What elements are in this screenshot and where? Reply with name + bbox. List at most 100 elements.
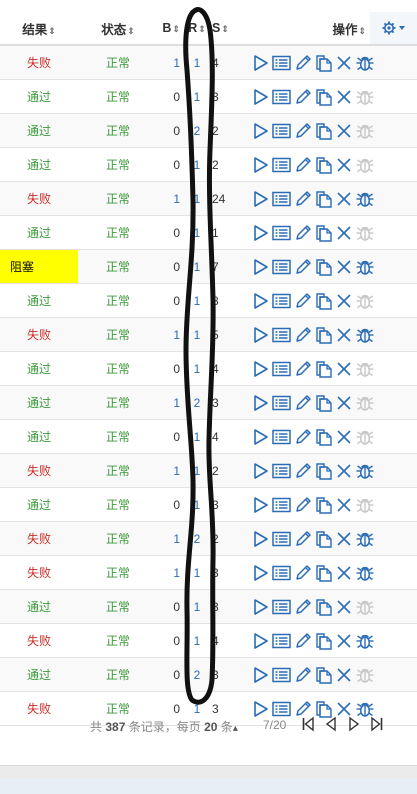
list-icon[interactable] xyxy=(272,463,291,479)
b-count[interactable]: 1 xyxy=(173,532,180,546)
list-icon[interactable] xyxy=(272,599,291,615)
r-count-link[interactable]: 1 xyxy=(194,328,201,342)
copy-icon[interactable] xyxy=(315,700,333,718)
play-icon[interactable] xyxy=(253,598,269,616)
b-count[interactable]: 1 xyxy=(173,464,180,478)
close-icon[interactable] xyxy=(336,259,352,275)
r-count-cell[interactable]: 1 xyxy=(184,453,210,488)
column-header-ops[interactable]: 操作⇕ xyxy=(253,12,370,46)
r-count-link[interactable]: 1 xyxy=(194,600,201,614)
list-icon[interactable] xyxy=(272,531,291,547)
b-count[interactable]: 1 xyxy=(173,56,180,70)
r-count-cell[interactable]: 1 xyxy=(184,419,210,454)
copy-icon[interactable] xyxy=(315,88,333,106)
close-icon[interactable] xyxy=(336,157,352,173)
r-count-link[interactable]: 1 xyxy=(194,56,201,70)
play-icon[interactable] xyxy=(253,428,269,446)
list-icon[interactable] xyxy=(272,191,291,207)
list-icon[interactable] xyxy=(272,565,291,581)
r-count-link[interactable]: 1 xyxy=(194,498,201,512)
b-count-cell[interactable]: 1 xyxy=(158,45,184,80)
bug-icon[interactable] xyxy=(355,190,375,208)
copy-icon[interactable] xyxy=(315,258,333,276)
play-icon[interactable] xyxy=(253,258,269,276)
page-size-select[interactable]: 20 xyxy=(204,720,217,734)
column-header-status[interactable]: 状态⇕ xyxy=(78,12,158,46)
pencil-icon[interactable] xyxy=(294,700,312,718)
play-icon[interactable] xyxy=(253,394,269,412)
last-page-icon[interactable] xyxy=(370,716,384,732)
copy-icon[interactable] xyxy=(315,156,333,174)
r-count-link[interactable]: 2 xyxy=(194,532,201,546)
close-icon[interactable] xyxy=(336,293,352,309)
r-count-cell[interactable]: 1 xyxy=(184,181,210,216)
play-icon[interactable] xyxy=(253,54,269,72)
pencil-icon[interactable] xyxy=(294,496,312,514)
r-count-link[interactable]: 1 xyxy=(194,158,201,172)
close-icon[interactable] xyxy=(336,191,352,207)
r-count-link[interactable]: 1 xyxy=(194,90,201,104)
copy-icon[interactable] xyxy=(315,666,333,684)
play-icon[interactable] xyxy=(253,360,269,378)
close-icon[interactable] xyxy=(336,327,352,343)
copy-icon[interactable] xyxy=(315,224,333,242)
close-icon[interactable] xyxy=(336,361,352,377)
bug-icon[interactable] xyxy=(355,530,375,548)
r-count-cell[interactable]: 2 xyxy=(184,657,210,692)
list-icon[interactable] xyxy=(272,497,291,513)
close-icon[interactable] xyxy=(336,667,352,683)
r-count-link[interactable]: 2 xyxy=(194,668,201,682)
copy-icon[interactable] xyxy=(315,122,333,140)
play-icon[interactable] xyxy=(253,700,269,718)
list-icon[interactable] xyxy=(272,327,291,343)
close-icon[interactable] xyxy=(336,599,352,615)
list-icon[interactable] xyxy=(272,293,291,309)
list-icon[interactable] xyxy=(272,667,291,683)
close-icon[interactable] xyxy=(336,497,352,513)
r-count-link[interactable]: 1 xyxy=(194,566,201,580)
close-icon[interactable] xyxy=(336,123,352,139)
play-icon[interactable] xyxy=(253,156,269,174)
r-count-link[interactable]: 1 xyxy=(194,294,201,308)
r-count-cell[interactable]: 2 xyxy=(184,113,210,148)
copy-icon[interactable] xyxy=(315,326,333,344)
copy-icon[interactable] xyxy=(315,428,333,446)
r-count-cell[interactable]: 1 xyxy=(184,555,210,590)
column-header-r[interactable]: R⇕ xyxy=(184,12,210,46)
b-count[interactable]: 1 xyxy=(173,328,180,342)
list-icon[interactable] xyxy=(272,701,291,717)
r-count-cell[interactable]: 2 xyxy=(184,521,210,556)
play-icon[interactable] xyxy=(253,632,269,650)
pencil-icon[interactable] xyxy=(294,428,312,446)
pencil-icon[interactable] xyxy=(294,598,312,616)
b-count-cell[interactable]: 1 xyxy=(158,555,184,590)
bug-icon[interactable] xyxy=(355,462,375,480)
list-icon[interactable] xyxy=(272,259,291,275)
bug-icon[interactable] xyxy=(355,258,375,276)
r-count-link[interactable]: 1 xyxy=(194,260,201,274)
b-count[interactable]: 1 xyxy=(173,192,180,206)
caret-up-icon[interactable]: ▴ xyxy=(233,723,238,734)
list-icon[interactable] xyxy=(272,429,291,445)
close-icon[interactable] xyxy=(336,429,352,445)
bug-icon[interactable] xyxy=(355,564,375,582)
copy-icon[interactable] xyxy=(315,462,333,480)
r-count-link[interactable]: 1 xyxy=(194,702,201,716)
bug-icon[interactable] xyxy=(355,54,375,72)
r-count-cell[interactable]: 1 xyxy=(184,79,210,114)
play-icon[interactable] xyxy=(253,88,269,106)
pencil-icon[interactable] xyxy=(294,462,312,480)
copy-icon[interactable] xyxy=(315,394,333,412)
column-header-s[interactable]: S⇕ xyxy=(210,12,253,46)
list-icon[interactable] xyxy=(272,395,291,411)
pencil-icon[interactable] xyxy=(294,564,312,582)
play-icon[interactable] xyxy=(253,326,269,344)
pencil-icon[interactable] xyxy=(294,360,312,378)
b-count-cell[interactable]: 1 xyxy=(158,385,184,420)
close-icon[interactable] xyxy=(336,565,352,581)
play-icon[interactable] xyxy=(253,122,269,140)
play-icon[interactable] xyxy=(253,564,269,582)
column-settings-button[interactable] xyxy=(370,12,417,46)
r-count-cell[interactable]: 1 xyxy=(184,317,210,352)
pencil-icon[interactable] xyxy=(294,530,312,548)
